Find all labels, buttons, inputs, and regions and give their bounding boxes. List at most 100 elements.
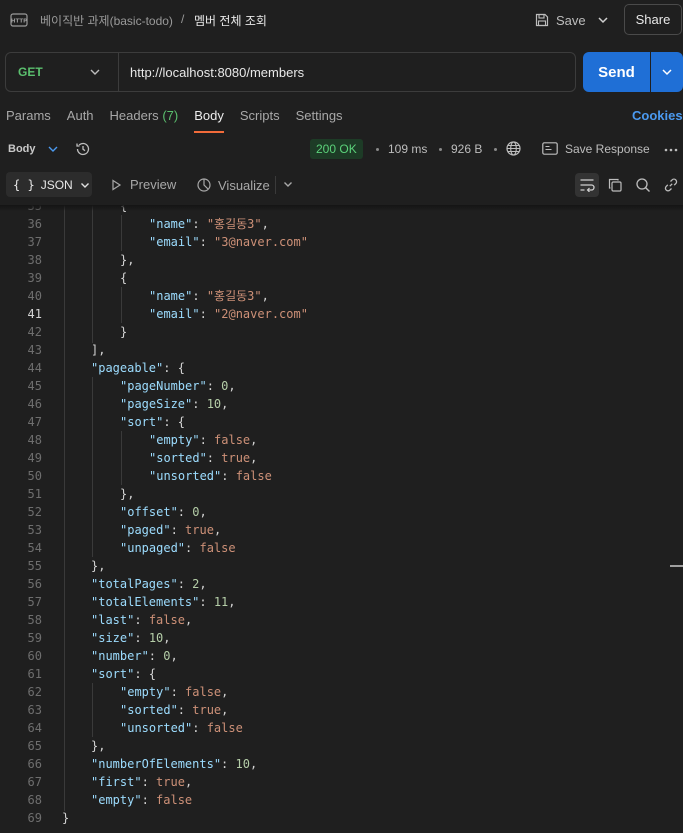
visualize-button[interactable]: Visualize [196,177,270,193]
code-text: "totalElements": 11, [91,595,236,609]
code-line: 59 "size": 10, [0,629,683,647]
code-text: "sorted": true, [120,703,229,717]
chevron-down-icon[interactable] [282,178,294,190]
code-line: 66 "numberOfElements": 10, [0,755,683,773]
breadcrumb-separator: / [181,12,185,26]
code-line: 68 "empty": false [0,791,683,809]
line-number: 67 [27,775,42,789]
code-text: }, [120,487,135,501]
line-number: 55 [27,559,42,573]
code-text: "pageNumber": 0, [120,379,236,393]
url-divider [118,53,119,91]
braces-icon: { } [13,177,35,192]
format-selector[interactable]: { } JSON [6,172,92,197]
code-text: }, [91,559,106,573]
response-size[interactable]: 926 B [451,142,482,156]
line-number: 48 [27,433,42,447]
code-text: ], [91,343,106,357]
search-icon[interactable] [633,175,653,195]
link-icon[interactable] [661,175,681,195]
copy-icon[interactable] [605,175,625,195]
status-badge[interactable]: 200 OK [310,139,363,159]
send-button[interactable]: Send [583,52,650,92]
code-line: 36 "name": "홍길동3", [0,215,683,233]
line-number: 54 [27,541,42,555]
line-number: 52 [27,505,42,519]
preview-button[interactable]: Preview [110,177,176,192]
url-input[interactable]: http://localhost:8080/members [130,65,304,80]
globe-icon[interactable] [505,140,522,157]
share-button[interactable]: Share [624,4,682,35]
code-line: 51}, [0,485,683,503]
line-number: 62 [27,685,42,699]
code-line: 69} [0,809,683,827]
code-line: 57 "totalElements": 11, [0,593,683,611]
save-response-icon [542,142,558,155]
tab-auth[interactable]: Auth [67,108,94,132]
code-line: 55}, [0,557,683,575]
code-line: 58 "last": false, [0,611,683,629]
code-text: "unsorted": false [120,721,243,735]
code-line: 47 "sort": { [0,413,683,431]
history-icon[interactable] [74,140,92,158]
line-number: 61 [27,667,42,681]
method-selector[interactable]: GET [18,65,43,79]
chevron-down-icon[interactable] [46,142,60,156]
cookies-link[interactable]: Cookies [632,108,683,123]
line-number: 69 [27,811,42,825]
save-label: Save [556,12,586,28]
save-response-button[interactable]: Save Response [565,142,650,156]
line-number: 42 [27,325,42,339]
code-line: 62 "empty": false, [0,683,683,701]
code-line: 48 "empty": false, [0,431,683,449]
code-text: "numberOfElements": 10, [91,757,258,771]
code-line: 40 "name": "홍길동3", [0,287,683,305]
line-number: 43 [27,343,42,357]
response-time[interactable]: 109 ms [388,142,427,156]
tab-headers[interactable]: Headers (7) [110,108,179,132]
code-text: }, [91,739,106,753]
code-line: 43], [0,341,683,359]
code-text: "sort": { [120,415,186,429]
scrollbar-marker[interactable] [670,565,683,567]
more-options-icon[interactable] [664,148,678,152]
tab-body[interactable]: Body [194,108,224,133]
tab-scripts[interactable]: Scripts [240,108,280,132]
breadcrumb-collection[interactable]: 베이직반 과제(basic-todo) [40,12,173,29]
headers-count: (7) [162,108,179,123]
line-number: 60 [27,649,42,663]
code-line: 56 "totalPages": 2, [0,575,683,593]
code-text: "totalPages": 2, [91,577,207,591]
code-text: "pageSize": 10, [120,397,229,411]
line-number: 44 [27,361,42,375]
code-text: "last": false, [91,613,193,627]
play-icon [112,178,122,191]
save-button[interactable]: Save [534,10,586,30]
editor-top-shadow [0,205,683,211]
line-number: 58 [27,613,42,627]
save-options-chevron-icon[interactable] [594,11,612,29]
line-number: 65 [27,739,42,753]
format-label: JSON [40,177,73,192]
code-text: "size": 10, [91,631,171,645]
method-chevron-down-icon[interactable] [88,65,102,79]
code-line: 65}, [0,737,683,755]
code-line: 50 "unsorted": false [0,467,683,485]
chevron-down-icon [662,69,672,76]
http-request-icon: HTTP [10,13,28,27]
wrap-lines-icon[interactable] [575,173,599,197]
tab-settings[interactable]: Settings [296,108,343,132]
send-options-button[interactable] [651,52,683,92]
response-body-editor[interactable]: 35{36"name": "홍길동3",37"email": "3@naver.… [0,205,683,833]
response-section-selector[interactable]: Body [8,143,36,155]
code-text: "empty": false, [149,433,258,447]
request-tabs: Params Auth Headers (7) Body Scripts Set… [6,108,359,133]
code-line: 52 "offset": 0, [0,503,683,521]
request-title[interactable]: 멤버 전체 조회 [194,12,267,29]
code-text: { [120,271,128,285]
code-text: "name": "홍길동3", [149,289,269,303]
tab-params[interactable]: Params [6,108,51,132]
save-icon [535,13,549,27]
code-text: } [120,325,128,339]
line-number: 40 [27,289,42,303]
